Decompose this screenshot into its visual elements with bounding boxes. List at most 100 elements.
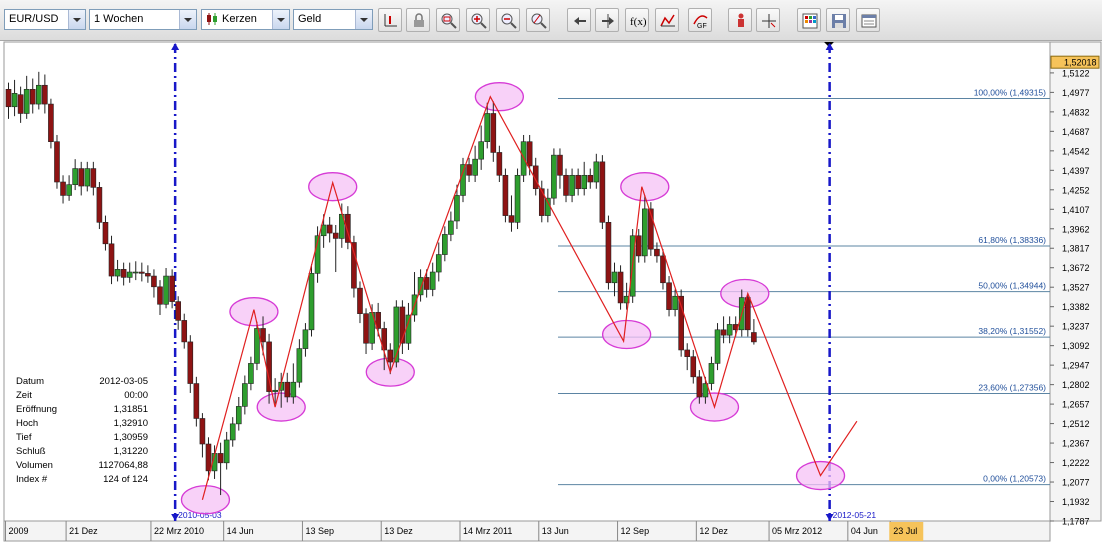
info-label: Volumen (16, 460, 53, 471)
candle-body (229, 423, 236, 441)
fib-label: 38,20% (1,31552) (978, 326, 1046, 336)
info-value: 1,31220 (113, 446, 148, 457)
lock-button[interactable] (406, 8, 430, 32)
candle-body (35, 84, 42, 105)
candle-body (114, 269, 121, 277)
chart-type-value: Kerzen (222, 13, 257, 25)
chart-type-select[interactable]: Kerzen (201, 9, 290, 30)
y-tick-label: 1,3962 (1062, 224, 1090, 234)
cursor-line-button[interactable] (378, 8, 402, 32)
chart-area[interactable]: 1,5122 1,4977 1,4832 1,4687 1,4542 1,4397 1,42… (0, 40, 1102, 542)
gf-button[interactable]: GF (688, 8, 712, 32)
window-icon (861, 14, 877, 28)
y-tick-label: 1,3237 (1062, 322, 1090, 332)
scroll-right-button[interactable] (595, 8, 619, 32)
zoom-in-icon (471, 13, 487, 29)
candle (502, 168, 509, 223)
zoom-out-button[interactable] (496, 8, 520, 32)
y-tick-label: 1,3527 (1062, 283, 1090, 293)
info-panel: Datum 2012-03-05 Zeit 00:00 Eröffnung 1,31851… (16, 376, 148, 488)
candle-body (175, 301, 181, 321)
grid-button[interactable] (797, 8, 821, 32)
info-row: Tief 1,30959 (16, 432, 148, 446)
info-row: Eröffnung 1,31851 (16, 404, 148, 418)
candle-body (684, 349, 691, 357)
info-value: 1,31851 (113, 404, 148, 415)
zoom-fit-button[interactable] (436, 8, 460, 32)
candle-body (157, 286, 163, 305)
chevron-down-icon[interactable] (68, 10, 85, 29)
gf-icon: GF (693, 15, 708, 30)
candle-body (490, 113, 497, 153)
candle-body (466, 164, 472, 176)
info-value: 1127064,88 (98, 460, 149, 471)
save-button[interactable] (826, 8, 850, 32)
candle (54, 134, 60, 189)
candle-body (635, 235, 642, 257)
indicator-button[interactable] (655, 8, 679, 32)
candle-body (496, 152, 503, 176)
candle-body (78, 168, 85, 187)
y-tick-label: 1,3092 (1062, 341, 1090, 351)
x-tick-label: 23 Jul (893, 526, 917, 536)
y-tick-label: 1,4397 (1062, 166, 1090, 176)
info-label: Datum (16, 376, 44, 387)
candle-body (96, 187, 103, 223)
candle-body (526, 141, 533, 167)
chevron-down-icon[interactable] (355, 10, 372, 29)
candle-body (460, 164, 466, 196)
y-tick-label: 1,4542 (1062, 146, 1090, 156)
candle (393, 300, 400, 368)
candle-body (472, 158, 478, 176)
crosshair-button[interactable] (756, 8, 780, 32)
grid-icon (802, 13, 818, 29)
candle-body (272, 389, 278, 392)
scroll-left-button[interactable] (567, 8, 591, 32)
period-select[interactable]: 1 Wochen (89, 9, 197, 30)
candle-body (387, 349, 394, 363)
candle-body (660, 255, 666, 284)
pivot-ellipse (474, 82, 525, 112)
candle (96, 182, 103, 230)
zoom-reset-button[interactable] (526, 8, 550, 32)
pivot-ellipse (308, 172, 358, 202)
candle-body (605, 222, 612, 284)
candle (514, 168, 521, 230)
function-button[interactable]: f(x) (625, 8, 649, 32)
candle-body (551, 154, 557, 199)
candle-body (405, 314, 412, 344)
candle (48, 98, 54, 149)
price-type-select[interactable]: Geld (293, 9, 373, 30)
candle-body (357, 287, 363, 314)
candle-body (575, 174, 581, 190)
candle-body (217, 453, 224, 464)
candle-body (11, 93, 18, 108)
candle-body (654, 248, 660, 257)
candle-body (587, 174, 594, 183)
candle-icon (207, 13, 217, 25)
candle-body (423, 277, 430, 290)
price-type-value: Geld (298, 13, 322, 25)
chevron-down-icon[interactable] (272, 10, 289, 29)
x-tick-label: 2009 (9, 526, 29, 536)
candle-body (545, 197, 551, 216)
zoom-in-button[interactable] (466, 8, 490, 32)
figure-button[interactable] (728, 8, 752, 32)
candle-body (478, 141, 484, 160)
window-button[interactable] (856, 8, 880, 32)
chevron-down-icon[interactable] (179, 10, 196, 29)
cursor-line-icon (384, 14, 397, 27)
x-tick-label: 13 Sep (305, 526, 334, 536)
candle-body (187, 341, 194, 384)
fib-label: 0,00% (1,20573) (983, 474, 1046, 484)
candle-body (708, 363, 715, 384)
symbol-value: EUR/USD (9, 13, 59, 25)
y-tick-label: 1,2657 (1062, 400, 1090, 410)
candle-body (538, 188, 545, 216)
candle-body (557, 154, 563, 176)
x-tick-label: 14 Jun (227, 526, 254, 536)
candle-body (326, 224, 333, 234)
y-tick-label: 1,1932 (1062, 497, 1090, 507)
symbol-select[interactable]: EUR/USD (4, 9, 86, 30)
candle-body (193, 383, 200, 419)
